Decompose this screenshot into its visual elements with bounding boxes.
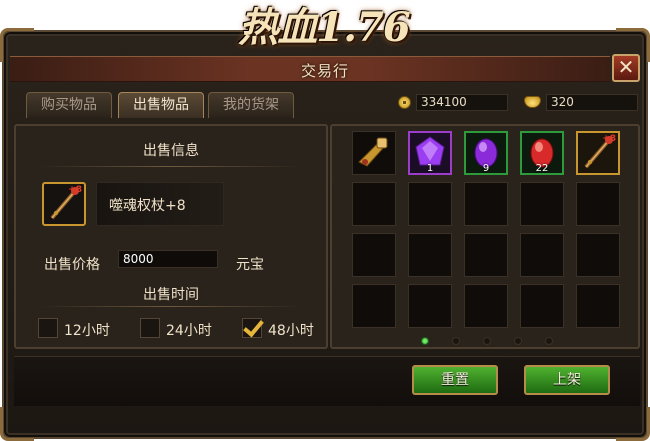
close-button[interactable]: ✕ <box>612 54 640 82</box>
item-quantity: 9 <box>482 163 490 174</box>
checkbox-48h[interactable] <box>242 318 262 338</box>
inventory-slot[interactable] <box>352 284 396 328</box>
inventory-slot[interactable] <box>408 233 452 277</box>
coin-icon <box>398 96 411 109</box>
inventory-slot[interactable] <box>576 233 620 277</box>
inventory-slot[interactable] <box>464 182 508 226</box>
checkbox-12h[interactable] <box>38 318 58 338</box>
inventory-slot[interactable] <box>352 233 396 277</box>
page-dot[interactable] <box>483 337 491 345</box>
inventory-slot[interactable]: +8 <box>576 131 620 175</box>
horn-icon <box>353 132 393 176</box>
divider <box>40 306 302 307</box>
inventory-slot[interactable] <box>520 233 564 277</box>
item-name: 噬魂权杖+8 <box>109 198 186 214</box>
sell-info-panel: 出售信息 +8 噬魂权杖+8 出售价格 8000 元宝 出售时间 12小时 24… <box>14 124 328 349</box>
inventory-slot[interactable]: 22 <box>520 131 564 175</box>
item-enhance-level: +8 <box>68 185 82 195</box>
price-unit: 元宝 <box>236 257 264 273</box>
inventory-slot[interactable] <box>352 182 396 226</box>
item-quantity: 1 <box>426 163 434 174</box>
page-dot[interactable] <box>421 337 429 345</box>
inventory-slot[interactable] <box>352 131 396 175</box>
time-option-label: 48小时 <box>268 323 314 339</box>
page-dot[interactable] <box>514 337 522 345</box>
time-option-label: 24小时 <box>166 323 212 339</box>
inventory-slot[interactable]: 9 <box>464 131 508 175</box>
game-logo-text: 热血1.76 <box>238 4 410 51</box>
sell-info-title: 出售信息 <box>143 143 199 159</box>
inventory-slot[interactable] <box>464 284 508 328</box>
inventory-slot[interactable] <box>408 284 452 328</box>
divider <box>40 166 302 167</box>
inventory-slot[interactable]: 1 <box>408 131 452 175</box>
price-label: 出售价格 <box>44 257 100 273</box>
price-input[interactable]: 8000 <box>118 250 218 268</box>
window-title: 交易行 <box>300 62 349 80</box>
checkbox-24h[interactable] <box>140 318 160 338</box>
inventory-slot[interactable] <box>464 233 508 277</box>
game-logo: 热血1.76 <box>236 0 412 58</box>
sell-time-title: 出售时间 <box>143 287 199 303</box>
item-name-box: 噬魂权杖+8 <box>96 182 224 226</box>
inventory-slot[interactable] <box>408 182 452 226</box>
tab-sell[interactable]: 出售物品 <box>118 92 204 118</box>
trading-window: 热血1.76 交易行 ✕ 购买物品 出售物品 我的货架 334100 320 出… <box>0 0 650 441</box>
coin-balance: 334100 <box>416 94 508 111</box>
tab-buy[interactable]: 购买物品 <box>26 92 112 118</box>
reset-button[interactable]: 重置 <box>412 365 498 395</box>
page-dot[interactable] <box>452 337 460 345</box>
inventory-slot[interactable] <box>576 284 620 328</box>
item-enhance-level: +8 <box>602 134 616 144</box>
tab-my-shelf[interactable]: 我的货架 <box>208 92 294 118</box>
page-dot[interactable] <box>545 337 553 345</box>
list-button[interactable]: 上架 <box>524 365 610 395</box>
frame-corner <box>616 407 650 441</box>
frame-corner <box>0 407 34 441</box>
time-option-label: 12小时 <box>64 323 110 339</box>
ingot-balance: 320 <box>546 94 638 111</box>
inventory-slot[interactable] <box>520 182 564 226</box>
inventory-slot[interactable] <box>576 182 620 226</box>
close-icon: ✕ <box>617 55 635 79</box>
inventory-slot[interactable] <box>520 284 564 328</box>
sell-item-slot[interactable]: +8 <box>42 182 86 226</box>
item-quantity: 22 <box>535 163 549 174</box>
